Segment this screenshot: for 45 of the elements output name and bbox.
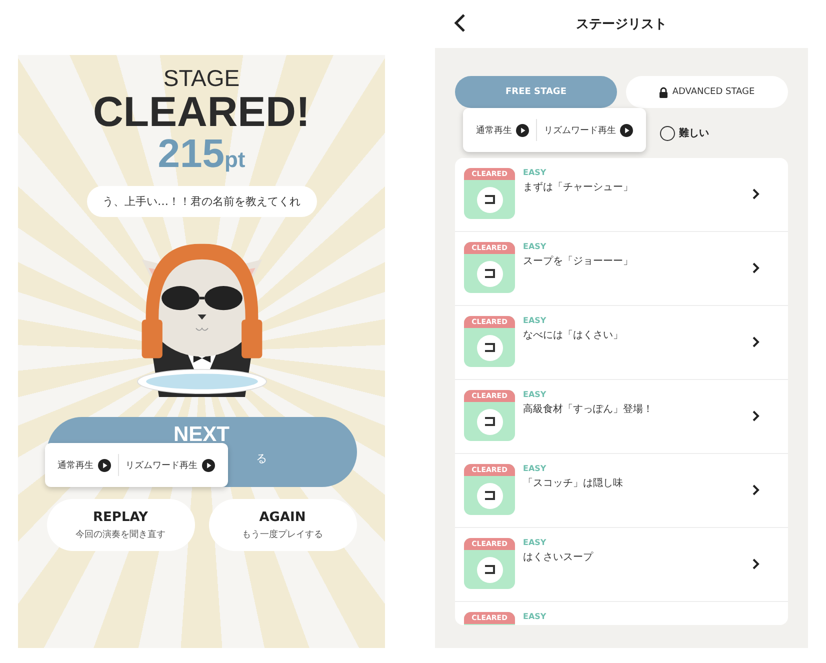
playback-option[interactable]: リズムワード再生	[537, 120, 640, 140]
difficulty-label: EASY	[523, 168, 548, 177]
circle-icon	[476, 260, 504, 288]
difficulty-label: EASY	[523, 612, 548, 621]
playback-option[interactable]: 通常再生	[469, 120, 536, 140]
chevron-right-icon	[752, 262, 760, 274]
stage-title: 高級食材「すっぽん」登場！	[523, 402, 654, 416]
play-icon	[98, 458, 110, 472]
radio-button[interactable]	[660, 126, 675, 140]
play-icon	[202, 458, 214, 472]
circle-icon	[476, 556, 504, 584]
circle-icon	[476, 482, 504, 510]
screen-title: ステージリスト	[576, 16, 667, 33]
circle-icon	[476, 408, 504, 436]
score-value: 215	[158, 134, 224, 174]
score-unit: pt	[224, 147, 246, 174]
stage-title: 「スコッチ」は隠し味	[523, 476, 624, 490]
stage-title: まずは「チャーシュー」	[523, 180, 634, 194]
stage-heading: STAGE	[163, 67, 240, 90]
chevron-right-icon	[752, 188, 760, 200]
play-icon	[620, 124, 633, 136]
action-button[interactable]: REPLAY 今回の演奏を聞き直す	[46, 499, 194, 552]
difficulty-label: EASY	[523, 464, 548, 473]
circle-icon	[476, 186, 504, 214]
playback-option[interactable]: 通常再生	[50, 454, 118, 476]
stage-title: スープを「ジョーーー」	[523, 254, 634, 268]
chevron-right-icon	[752, 410, 760, 422]
chevron-right-icon	[752, 336, 760, 348]
stage-tab[interactable]: ADVANCED STAGE	[626, 76, 788, 108]
stage-title: なべには「はくさい」	[523, 328, 624, 342]
cleared-heading: CLEARED!	[93, 90, 310, 134]
play-icon	[516, 124, 529, 136]
difficulty-label: EASY	[523, 390, 548, 399]
difficulty-label: EASY	[523, 538, 548, 547]
filter-label: 難しい	[679, 126, 709, 140]
back-icon[interactable]	[453, 13, 467, 33]
stage-title: はくさいスープ	[523, 550, 594, 564]
difficulty-label: EASY	[523, 316, 548, 325]
speech-bubble: う、上手い…！！君の名前を教えてくれ	[86, 186, 316, 218]
difficulty-label: EASY	[523, 242, 548, 251]
playback-option[interactable]: リズムワード再生	[118, 454, 222, 476]
circle-icon	[476, 334, 504, 362]
action-button[interactable]: AGAIN もう一度プレイする	[208, 499, 356, 552]
chevron-right-icon	[752, 484, 760, 496]
chevron-right-icon	[752, 558, 760, 570]
